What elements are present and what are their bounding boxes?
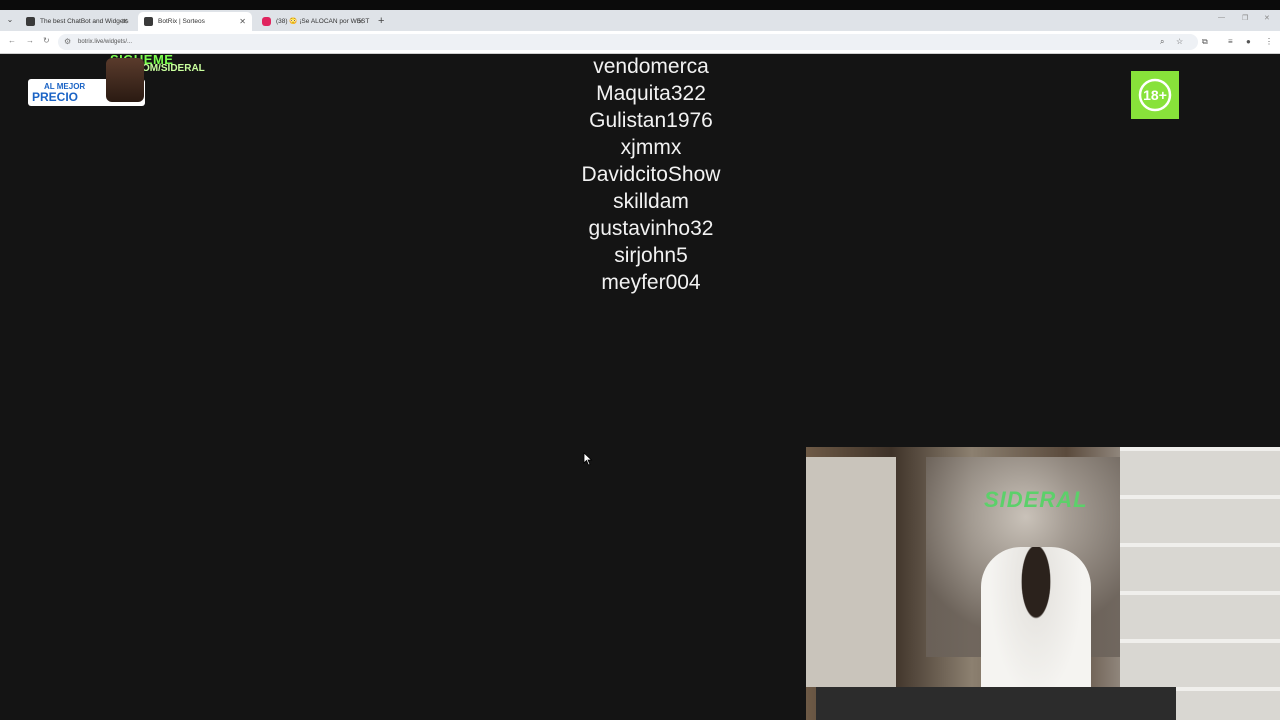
wardrobe-door — [806, 457, 896, 687]
tab-bar: ⌄ The best ChatBot and Widgets ✕ BotRix … — [0, 10, 1280, 31]
bookmark-star-icon[interactable]: ☆ — [1176, 37, 1183, 46]
list-item: gustavinho32 — [588, 217, 714, 240]
mouse-cursor-icon — [583, 452, 593, 466]
menu-kebab-icon[interactable]: ⋮ — [1265, 37, 1273, 46]
list-item: DavidcitoShow — [581, 163, 721, 186]
maximize-icon[interactable]: ❐ — [1242, 14, 1248, 22]
top-strip — [0, 0, 1280, 10]
list-item: vendomerca — [593, 55, 709, 78]
list-item: Maquita322 — [596, 82, 706, 105]
list-item: meyfer004 — [601, 271, 701, 294]
youtube-favicon-icon — [262, 17, 271, 26]
list-item: xjmmx — [620, 136, 682, 159]
tab-search-icon[interactable]: ⌄ — [4, 14, 16, 26]
tab-title: (38) 😳 ¡Se ALOCAN por WEST — [276, 18, 370, 25]
site-favicon-icon — [144, 17, 153, 26]
forward-icon[interactable]: → — [26, 36, 34, 45]
webcam-feed: SIDERAL — [806, 447, 1280, 720]
extensions-icon[interactable]: ⧉ — [1202, 37, 1208, 47]
profile-avatar[interactable]: ● — [1246, 37, 1251, 46]
back-icon[interactable]: ← — [8, 36, 16, 45]
age-18-icon: 18+ — [1138, 78, 1172, 112]
tab-youtube[interactable]: (38) 😳 ¡Se ALOCAN por WEST ✕ — [256, 12, 370, 31]
close-tab-icon[interactable]: ✕ — [357, 12, 364, 31]
tab-title: BotRix | Sorteos — [158, 18, 205, 25]
webcam-logo: SIDERAL — [984, 487, 1088, 512]
tab-botrix-sorteos[interactable]: BotRix | Sorteos ✕ — [138, 12, 252, 31]
tab-title: The best ChatBot and Widgets — [40, 18, 129, 25]
age-restriction-badge: 18+ — [1131, 71, 1179, 119]
list-item: skilldam — [613, 190, 689, 213]
site-favicon-icon — [26, 17, 35, 26]
desk-monitor — [816, 687, 1176, 720]
close-tab-icon[interactable]: ✕ — [121, 12, 128, 31]
streamer-avatar — [106, 58, 144, 102]
minimize-icon[interactable]: — — [1218, 14, 1225, 21]
collectibles-shelf — [1120, 447, 1280, 720]
new-tab-button[interactable]: + — [378, 12, 384, 31]
list-item: sirjohn5 — [614, 244, 688, 267]
tab-chatbot[interactable]: The best ChatBot and Widgets ✕ — [20, 12, 134, 31]
promo-line2: PRECIO — [32, 90, 79, 104]
url-field[interactable]: ⚙ botrix.live/widgets/... ⌕ ☆ — [58, 34, 1198, 50]
list-item: Gulistan1976 — [589, 109, 713, 132]
close-tab-icon[interactable]: ✕ — [239, 12, 246, 31]
site-info-icon[interactable]: ⚙ — [64, 37, 71, 46]
reload-icon[interactable]: ↻ — [43, 36, 50, 45]
winner-list: vendomerca Maquita322 Gulistan1976 xjmmx… — [530, 53, 772, 296]
media-icon[interactable]: ≡ — [1228, 37, 1233, 46]
age-badge-text: 18+ — [1143, 87, 1167, 103]
close-window-icon[interactable]: ✕ — [1264, 14, 1270, 22]
zoom-icon[interactable]: ⌕ — [1160, 37, 1164, 47]
